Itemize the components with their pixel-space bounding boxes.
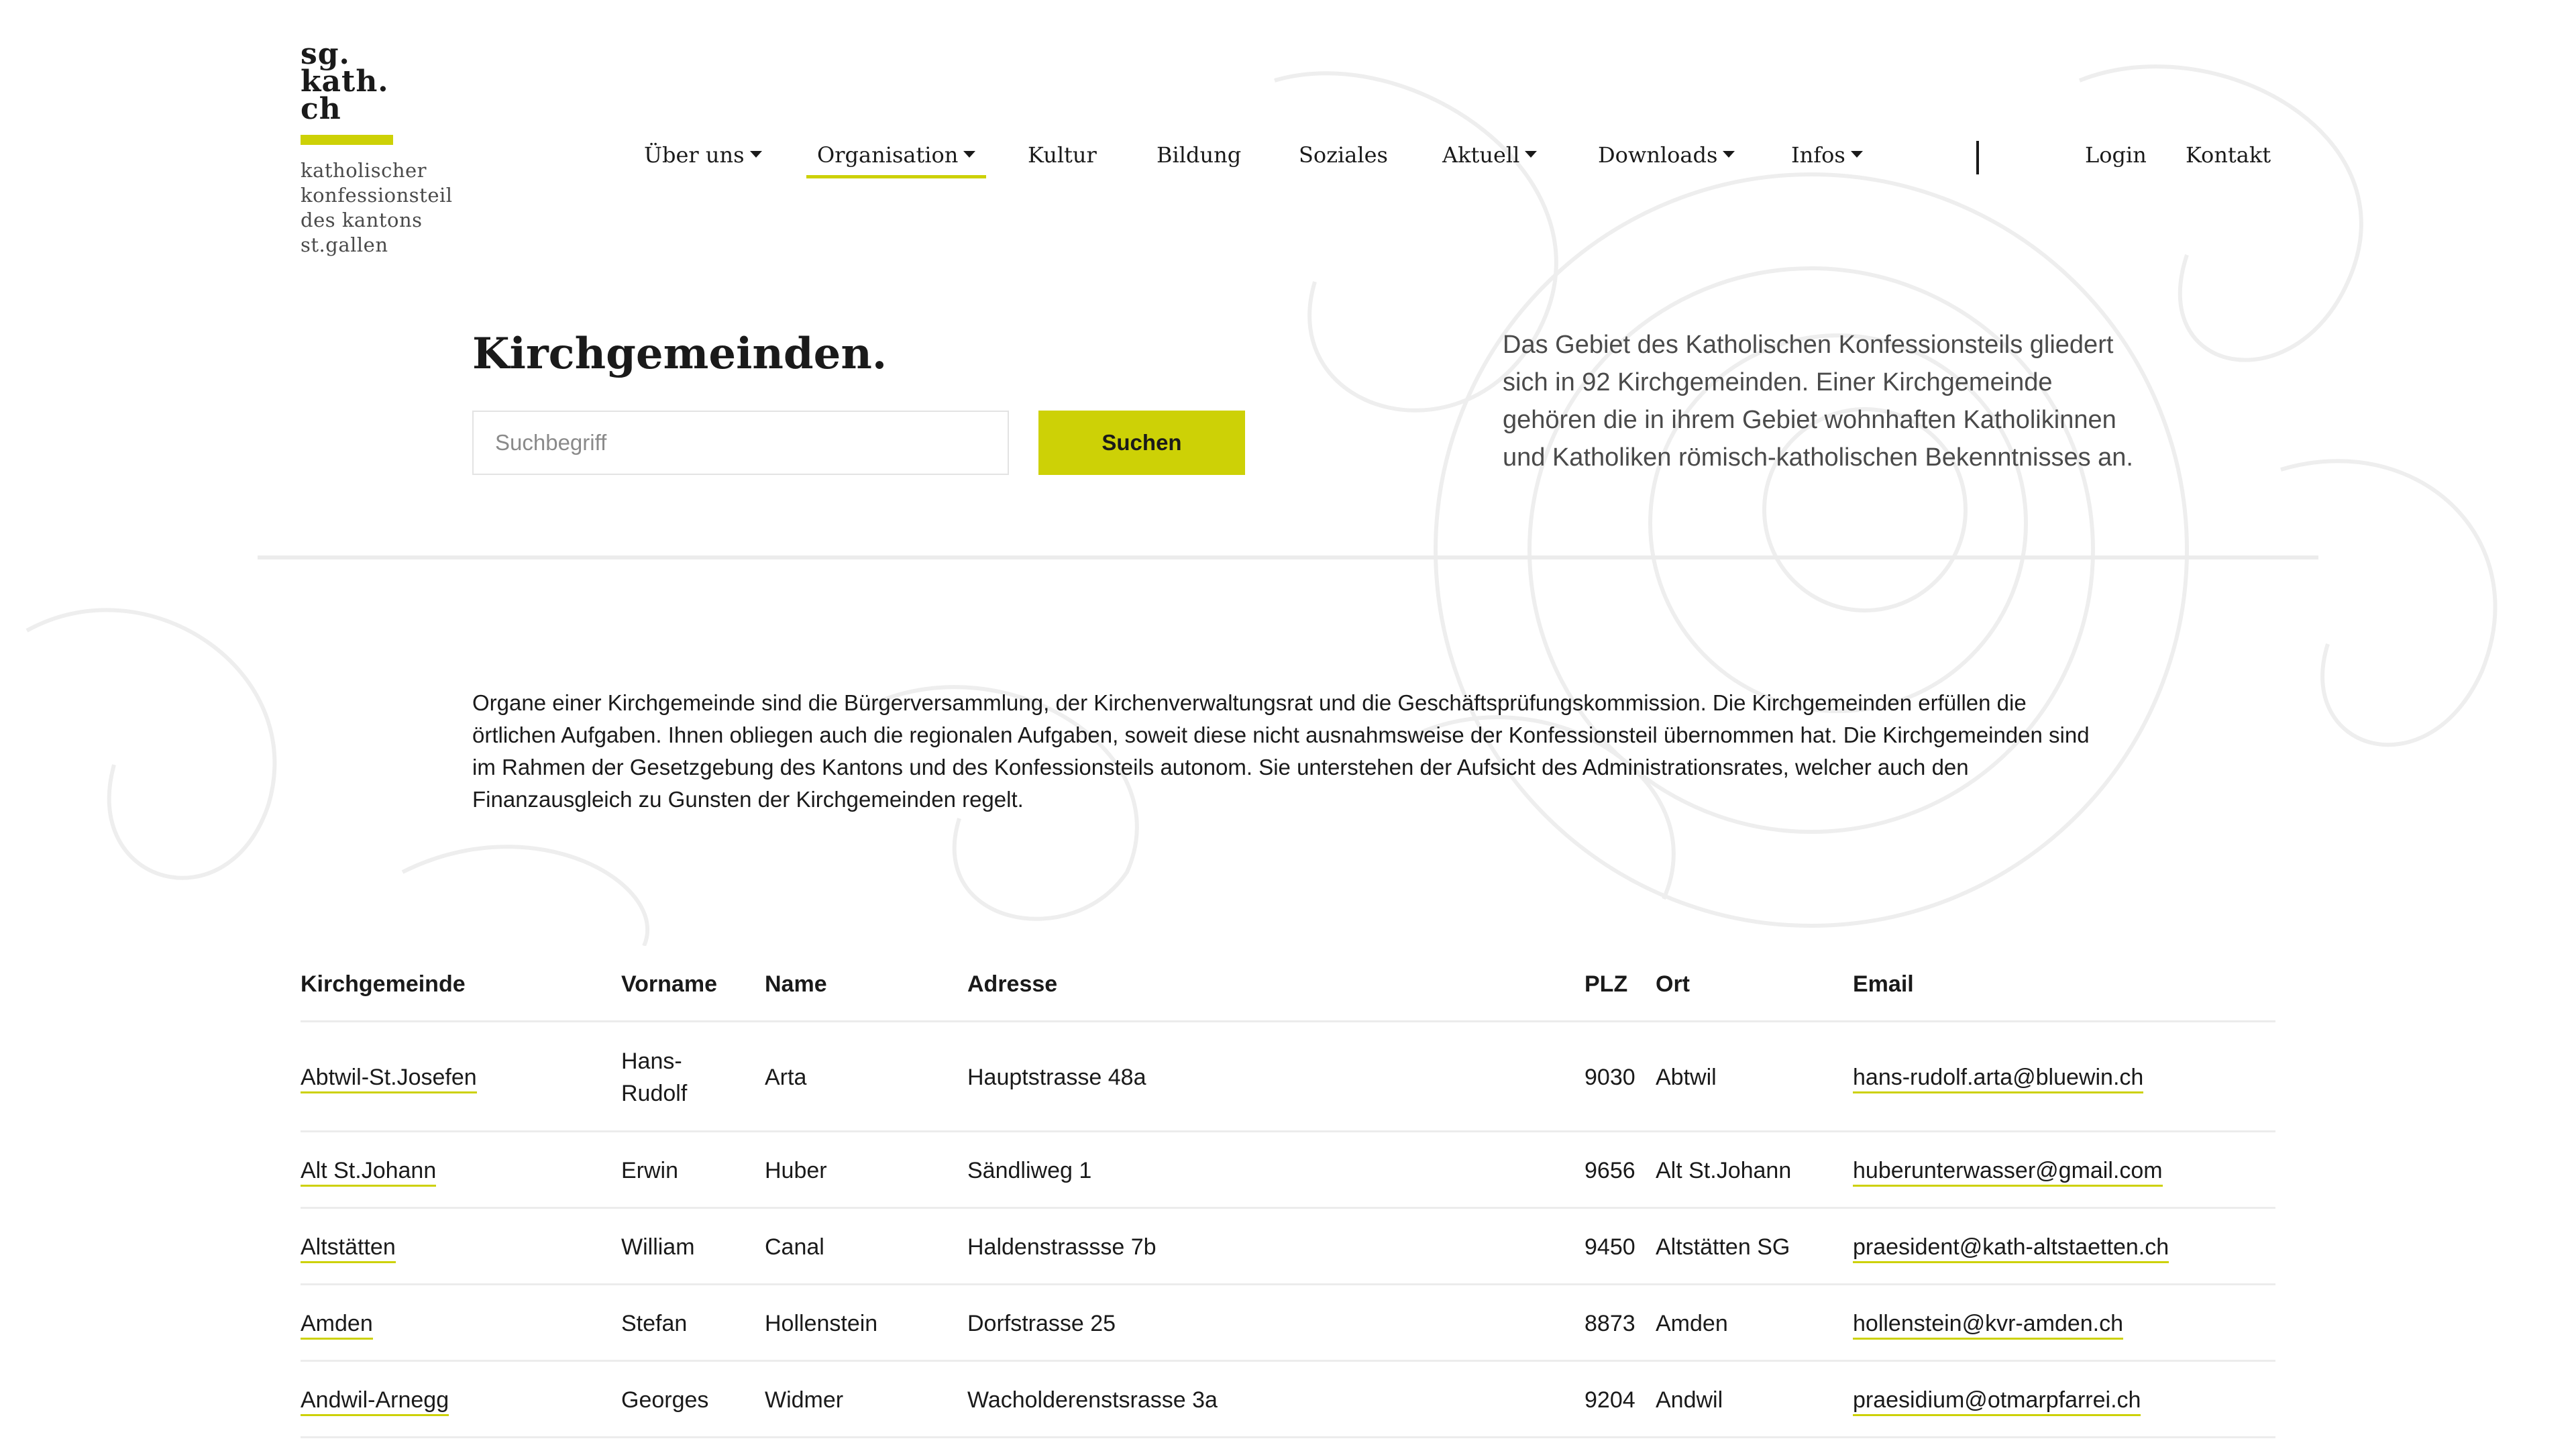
nav-item-label: Über uns bbox=[644, 142, 745, 168]
nav-item-label: Soziales bbox=[1299, 142, 1388, 168]
nav-item-label: Downloads bbox=[1598, 142, 1718, 168]
adresse-cell: Wacholderenstsrasse 3a bbox=[967, 1387, 1218, 1413]
logo-accent-bar bbox=[301, 135, 393, 145]
column-header-kirchgemeinde[interactable]: Kirchgemeinde bbox=[301, 971, 466, 998]
logo-subtitle: katholischer konfessionsteil des kantons… bbox=[301, 159, 453, 256]
kirchgemeinde-link[interactable]: Andwil-Arnegg bbox=[301, 1387, 449, 1416]
nav-item-label: Infos bbox=[1791, 142, 1845, 168]
name-cell: Arta bbox=[765, 1065, 807, 1090]
section-divider bbox=[258, 555, 2318, 559]
caret-down-icon bbox=[1525, 150, 1538, 158]
body-text: Organe einer Kirchgemeinde sind die Bürg… bbox=[472, 690, 2090, 812]
kirchgemeinde-link[interactable]: Alt St.Johann bbox=[301, 1158, 437, 1187]
nav-item-bildung[interactable]: Bildung bbox=[1157, 138, 1241, 178]
nav-item-label: Kultur bbox=[1028, 142, 1097, 168]
vorname-cell: Erwin bbox=[621, 1158, 679, 1183]
name-cell: Widmer bbox=[765, 1387, 844, 1413]
logo-mark: sg. kath. ch bbox=[301, 37, 389, 126]
nav-item-ueber-uns[interactable]: Über uns bbox=[644, 138, 762, 178]
table-row: Andwil-Arnegg Georges Widmer Wacholderen… bbox=[301, 1362, 2275, 1438]
page: sg. kath. ch katholischer konfessionstei… bbox=[0, 0, 2576, 1449]
site-logo[interactable]: sg. kath. ch katholischer konfessionstei… bbox=[301, 40, 475, 258]
ort-cell: Abtwil bbox=[1656, 1065, 1717, 1090]
nav-item-infos[interactable]: Infos bbox=[1791, 138, 1863, 178]
table-row: Amden Stefan Hollenstein Dorfstrasse 25 … bbox=[301, 1285, 2275, 1362]
column-header-name[interactable]: Name bbox=[765, 971, 827, 998]
page-title: Kirchgemeinden. bbox=[472, 329, 888, 379]
table-row: Alt St.Johann Erwin Huber Sändliweg 1 96… bbox=[301, 1132, 2275, 1209]
ort-cell: Amden bbox=[1656, 1311, 1728, 1336]
plz-cell: 9030 bbox=[1585, 1065, 1635, 1090]
plz-cell: 8873 bbox=[1585, 1311, 1635, 1336]
caret-down-icon bbox=[749, 150, 762, 158]
name-cell: Huber bbox=[765, 1158, 827, 1183]
adresse-cell: Dorfstrasse 25 bbox=[967, 1311, 1116, 1336]
adresse-cell: Hauptstrasse 48a bbox=[967, 1065, 1146, 1090]
caret-down-icon bbox=[963, 150, 976, 158]
kirchgemeinde-link[interactable]: Altstätten bbox=[301, 1234, 396, 1263]
login-link[interactable]: Login bbox=[2085, 138, 2147, 178]
search-button[interactable]: Suchen bbox=[1038, 411, 1245, 475]
nav-item-organisation[interactable]: Organisation bbox=[806, 138, 987, 178]
kirchgemeinde-link[interactable]: Abtwil-St.Josefen bbox=[301, 1065, 477, 1093]
caret-down-icon bbox=[1723, 150, 1735, 158]
vorname-cell: William bbox=[621, 1234, 695, 1260]
table-row: Abtwil-St.Josefen Hans-Rudolf Arta Haupt… bbox=[301, 1022, 2275, 1132]
ort-cell: Alt St.Johann bbox=[1656, 1158, 1792, 1183]
column-header-vorname[interactable]: Vorname bbox=[621, 971, 717, 998]
adresse-cell: Sändliweg 1 bbox=[967, 1158, 1092, 1183]
column-header-email[interactable]: Email bbox=[1853, 971, 1914, 998]
adresse-cell: Haldenstrassse 7b bbox=[967, 1234, 1157, 1260]
nav-item-label: Bildung bbox=[1157, 142, 1242, 168]
nav-separator bbox=[1976, 141, 1979, 174]
intro-text: Das Gebiet des Katholischen Konfessionst… bbox=[1503, 331, 2133, 472]
vorname-cell: Georges bbox=[621, 1387, 709, 1413]
nav-item-label: Organisation bbox=[817, 142, 959, 168]
column-header-adresse[interactable]: Adresse bbox=[967, 971, 1057, 998]
nav-item-soziales[interactable]: Soziales bbox=[1299, 138, 1388, 178]
ort-cell: Altstätten SG bbox=[1656, 1234, 1790, 1260]
nav-item-downloads[interactable]: Downloads bbox=[1598, 138, 1735, 178]
caret-down-icon bbox=[1850, 150, 1863, 158]
nav-item-label: Aktuell bbox=[1442, 142, 1520, 168]
email-link[interactable]: huberunterwasser@gmail.com bbox=[1853, 1158, 2163, 1187]
vorname-cell: Stefan bbox=[621, 1311, 688, 1336]
plz-cell: 9656 bbox=[1585, 1158, 1635, 1183]
kirchgemeinde-link[interactable]: Amden bbox=[301, 1311, 373, 1340]
ort-cell: Andwil bbox=[1656, 1387, 1723, 1413]
plz-cell: 9450 bbox=[1585, 1234, 1635, 1260]
contact-link[interactable]: Kontakt bbox=[2186, 138, 2271, 178]
column-header-ort[interactable]: Ort bbox=[1656, 971, 1690, 998]
plz-cell: 9204 bbox=[1585, 1387, 1635, 1413]
nav-item-aktuell[interactable]: Aktuell bbox=[1442, 138, 1538, 178]
table-row: Altstätten William Canal Haldenstrassse … bbox=[301, 1209, 2275, 1285]
email-link[interactable]: hollenstein@kvr-amden.ch bbox=[1853, 1311, 2124, 1340]
main-navigation: Über uns Organisation Kultur Bildung Soz… bbox=[612, 138, 2271, 185]
column-header-plz[interactable]: PLZ bbox=[1585, 971, 1627, 998]
table-header-row: Kirchgemeinde Vorname Name Adresse PLZ O… bbox=[301, 953, 2275, 1022]
email-link[interactable]: hans-rudolf.arta@bluewin.ch bbox=[1853, 1065, 2144, 1093]
nav-item-kultur[interactable]: Kultur bbox=[1028, 138, 1097, 178]
vorname-cell: Hans-Rudolf bbox=[621, 1049, 688, 1106]
email-link[interactable]: praesident@kath-altstaetten.ch bbox=[1853, 1234, 2169, 1263]
email-link[interactable]: praesidium@otmarpfarrei.ch bbox=[1853, 1387, 2141, 1416]
name-cell: Hollenstein bbox=[765, 1311, 878, 1336]
kirchgemeinden-table: Kirchgemeinde Vorname Name Adresse PLZ O… bbox=[301, 953, 2275, 1438]
search-input[interactable] bbox=[472, 411, 1009, 475]
name-cell: Canal bbox=[765, 1234, 824, 1260]
